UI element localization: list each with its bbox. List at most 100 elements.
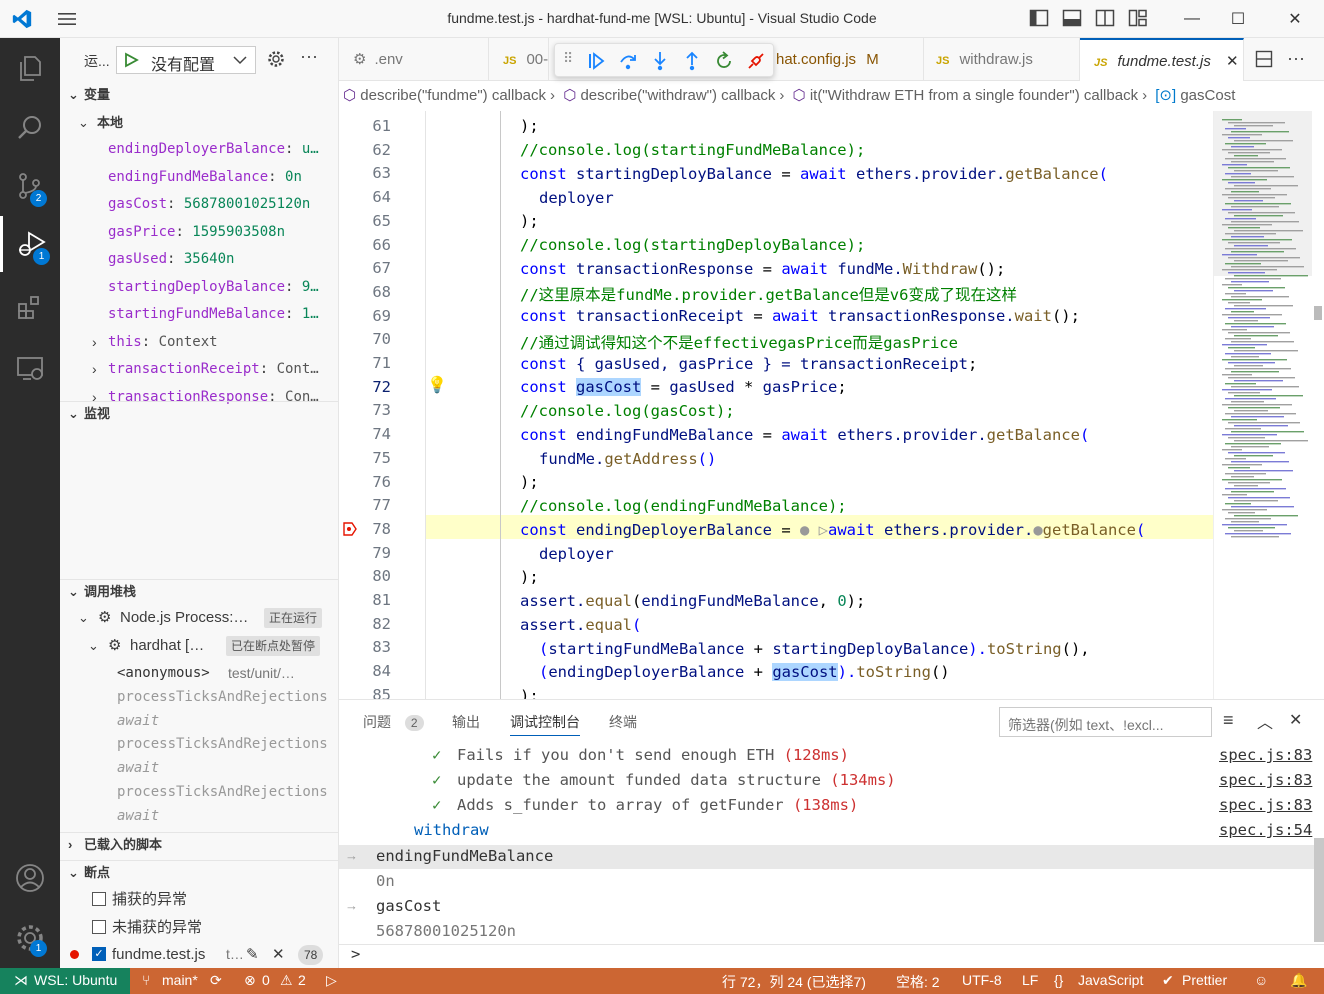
filter-input[interactable]: 筛选器(例如 text、!excl... [999,707,1212,737]
variable-row[interactable]: › transactionReceipt: Cont… [60,356,338,383]
breakpoint-file[interactable]: ✓ fundme.test.js t… ✎ ✕ 78 [60,941,338,968]
eol[interactable]: LF [1022,972,1038,988]
minimize-button[interactable]: — [1169,0,1215,38]
maximize-button[interactable]: ☐ [1215,0,1261,38]
console-prompt[interactable]: > [351,945,360,963]
tab-problems[interactable]: 问题 2 [363,712,424,736]
remote-explorer-activity[interactable] [0,340,60,396]
explorer-activity[interactable] [0,40,60,96]
drag-handle-icon[interactable]: ⠿ [563,50,573,67]
watch-header[interactable]: ⌄ 监视 [60,401,338,425]
chevron-right-icon: › [68,837,73,852]
line-badge: 78 [298,945,324,965]
toggle-sidebar-icon[interactable] [1029,9,1049,27]
scrollbar[interactable] [1314,838,1324,942]
sync-icon[interactable]: ⟳ [210,972,222,989]
formatter[interactable]: Prettier [1182,972,1227,988]
edit-icon[interactable]: ✎ [246,941,259,968]
run-debug-activity[interactable]: 1 [0,216,60,272]
callstack-header[interactable]: ⌄ 调用堆栈 [60,579,338,603]
close-icon[interactable]: ✕ [272,941,285,968]
source-control-activity[interactable]: 2 [0,158,60,214]
local-scope[interactable]: ⌄ 本地 [60,109,338,136]
step-over-icon[interactable] [617,50,639,72]
variable-row[interactable]: gasUsed: 35640n [60,246,338,273]
config-select[interactable]: 没有配置 [116,46,256,74]
variables-header[interactable]: ⌄ 变量 [60,83,338,107]
variable-row[interactable]: endingDeployerBalance: u… [60,136,338,163]
close-window-button[interactable]: ✕ [1272,0,1318,38]
cursor-position[interactable]: 行 72，列 24 (已选择7) [722,972,866,992]
maximize-panel-icon[interactable]: ︿ [1257,709,1273,733]
breadcrumb-item[interactable]: it("Withdraw ETH from a single founder")… [810,87,1138,104]
disconnect-icon[interactable] [745,50,767,72]
line-number: 76 [372,472,391,491]
open-launch-json-icon[interactable] [267,50,285,68]
start-debugging-icon[interactable] [123,52,139,68]
breakpoint-uncaught[interactable]: 未捕获的异常 [60,914,338,941]
error-count[interactable]: 0 [262,972,270,988]
toggle-secondary-sidebar-icon[interactable] [1095,9,1115,27]
restart-icon[interactable] [713,50,735,72]
callstack-thread[interactable]: ⌄ ⚙ hardhat [… 已在断点处暂停 [60,632,338,659]
breadcrumb-item[interactable]: gasCost [1180,87,1235,104]
loaded-scripts-header[interactable]: › 已载入的脚本 [60,832,338,856]
breakpoints-header[interactable]: ⌄ 断点 [60,860,338,884]
variable-row[interactable]: startingDeployBalance: 9… [60,274,338,301]
step-out-icon[interactable] [681,50,703,72]
branch-label[interactable]: main* [162,972,198,988]
tab-output[interactable]: 输出 [452,712,480,736]
spec-link[interactable]: spec.js:83 [1219,771,1312,789]
debug-status-icon[interactable]: ▷ [326,972,337,989]
remote-indicator[interactable]: ⋊ WSL: Ubuntu [0,968,130,994]
continue-icon[interactable] [585,50,607,72]
feedback-icon[interactable]: ☺ [1254,972,1268,988]
checkbox[interactable] [92,892,106,906]
lightbulb-icon[interactable]: 💡 [427,375,447,395]
accounts-activity[interactable] [0,850,60,906]
checkbox[interactable] [92,920,106,934]
spec-link[interactable]: spec.js:83 [1219,746,1312,764]
manage-activity[interactable]: 1 [0,910,60,966]
more-actions-icon[interactable]: ··· [1287,48,1305,69]
variable-row[interactable]: endingFundMeBalance: 0n [60,164,338,191]
tab-withdraw[interactable]: JS withdraw.js [924,38,1080,81]
breadcrumb-item[interactable]: describe("withdraw") callback [580,87,775,104]
more-actions-icon[interactable]: ··· [300,46,318,67]
close-panel-icon[interactable]: ✕ [1289,710,1302,730]
code-editor[interactable]: 💡 61 62 63 64 65 66 67 68 69 70 71 72 73 74 75 76 77 78 79… [339,111,1213,699]
close-icon[interactable]: ✕ [1226,40,1239,81]
breakpoint-caught[interactable]: 捕获的异常 [60,886,338,913]
tab-hardhat-config[interactable]: hat.config.js M [774,38,924,81]
split-editor-icon[interactable] [1255,50,1273,68]
chevron-down-icon: ⌄ [78,115,89,130]
notifications-icon[interactable]: 🔔 [1290,972,1307,989]
variable-row[interactable]: startingFundMeBalance: 1… [60,301,338,328]
tab-env[interactable]: ⚙ .env [339,38,489,81]
variable-row[interactable]: gasCost: 56878001025120n [60,191,338,218]
callstack-process[interactable]: ⌄ ⚙ Node.js Process:… 正在运行 [60,604,338,631]
encoding[interactable]: UTF-8 [962,972,1002,988]
variable-row[interactable]: gasPrice: 1595903508n [60,219,338,246]
tab-00[interactable]: JS 00- [489,38,549,81]
clear-console-icon[interactable]: ≡ [1223,710,1234,731]
step-into-icon[interactable] [649,50,671,72]
tab-terminal[interactable]: 终端 [609,712,637,736]
variable-row[interactable]: › this: Context [60,329,338,356]
search-activity[interactable] [0,100,60,156]
spec-link[interactable]: spec.js:54 [1219,821,1312,839]
spec-link[interactable]: spec.js:83 [1219,796,1312,814]
customize-layout-icon[interactable] [1128,9,1148,27]
toggle-panel-icon[interactable] [1062,9,1082,27]
indentation[interactable]: 空格: 2 [896,972,940,992]
language-mode[interactable]: JavaScript [1078,972,1143,988]
extensions-activity[interactable] [0,280,60,336]
tab-fundme-test[interactable]: JS fundme.test.js ✕ [1080,38,1244,81]
checkbox-checked[interactable]: ✓ [92,947,106,961]
stack-frame[interactable]: await [60,803,338,830]
filter-placeholder: 筛选器(例如 text、!excl... [1008,717,1164,733]
tab-debug-console[interactable]: 调试控制台 [510,712,580,736]
minimap[interactable] [1213,111,1324,699]
warning-count[interactable]: 2 [298,972,306,988]
breadcrumb-item[interactable]: describe("fundme") callback [360,87,546,104]
